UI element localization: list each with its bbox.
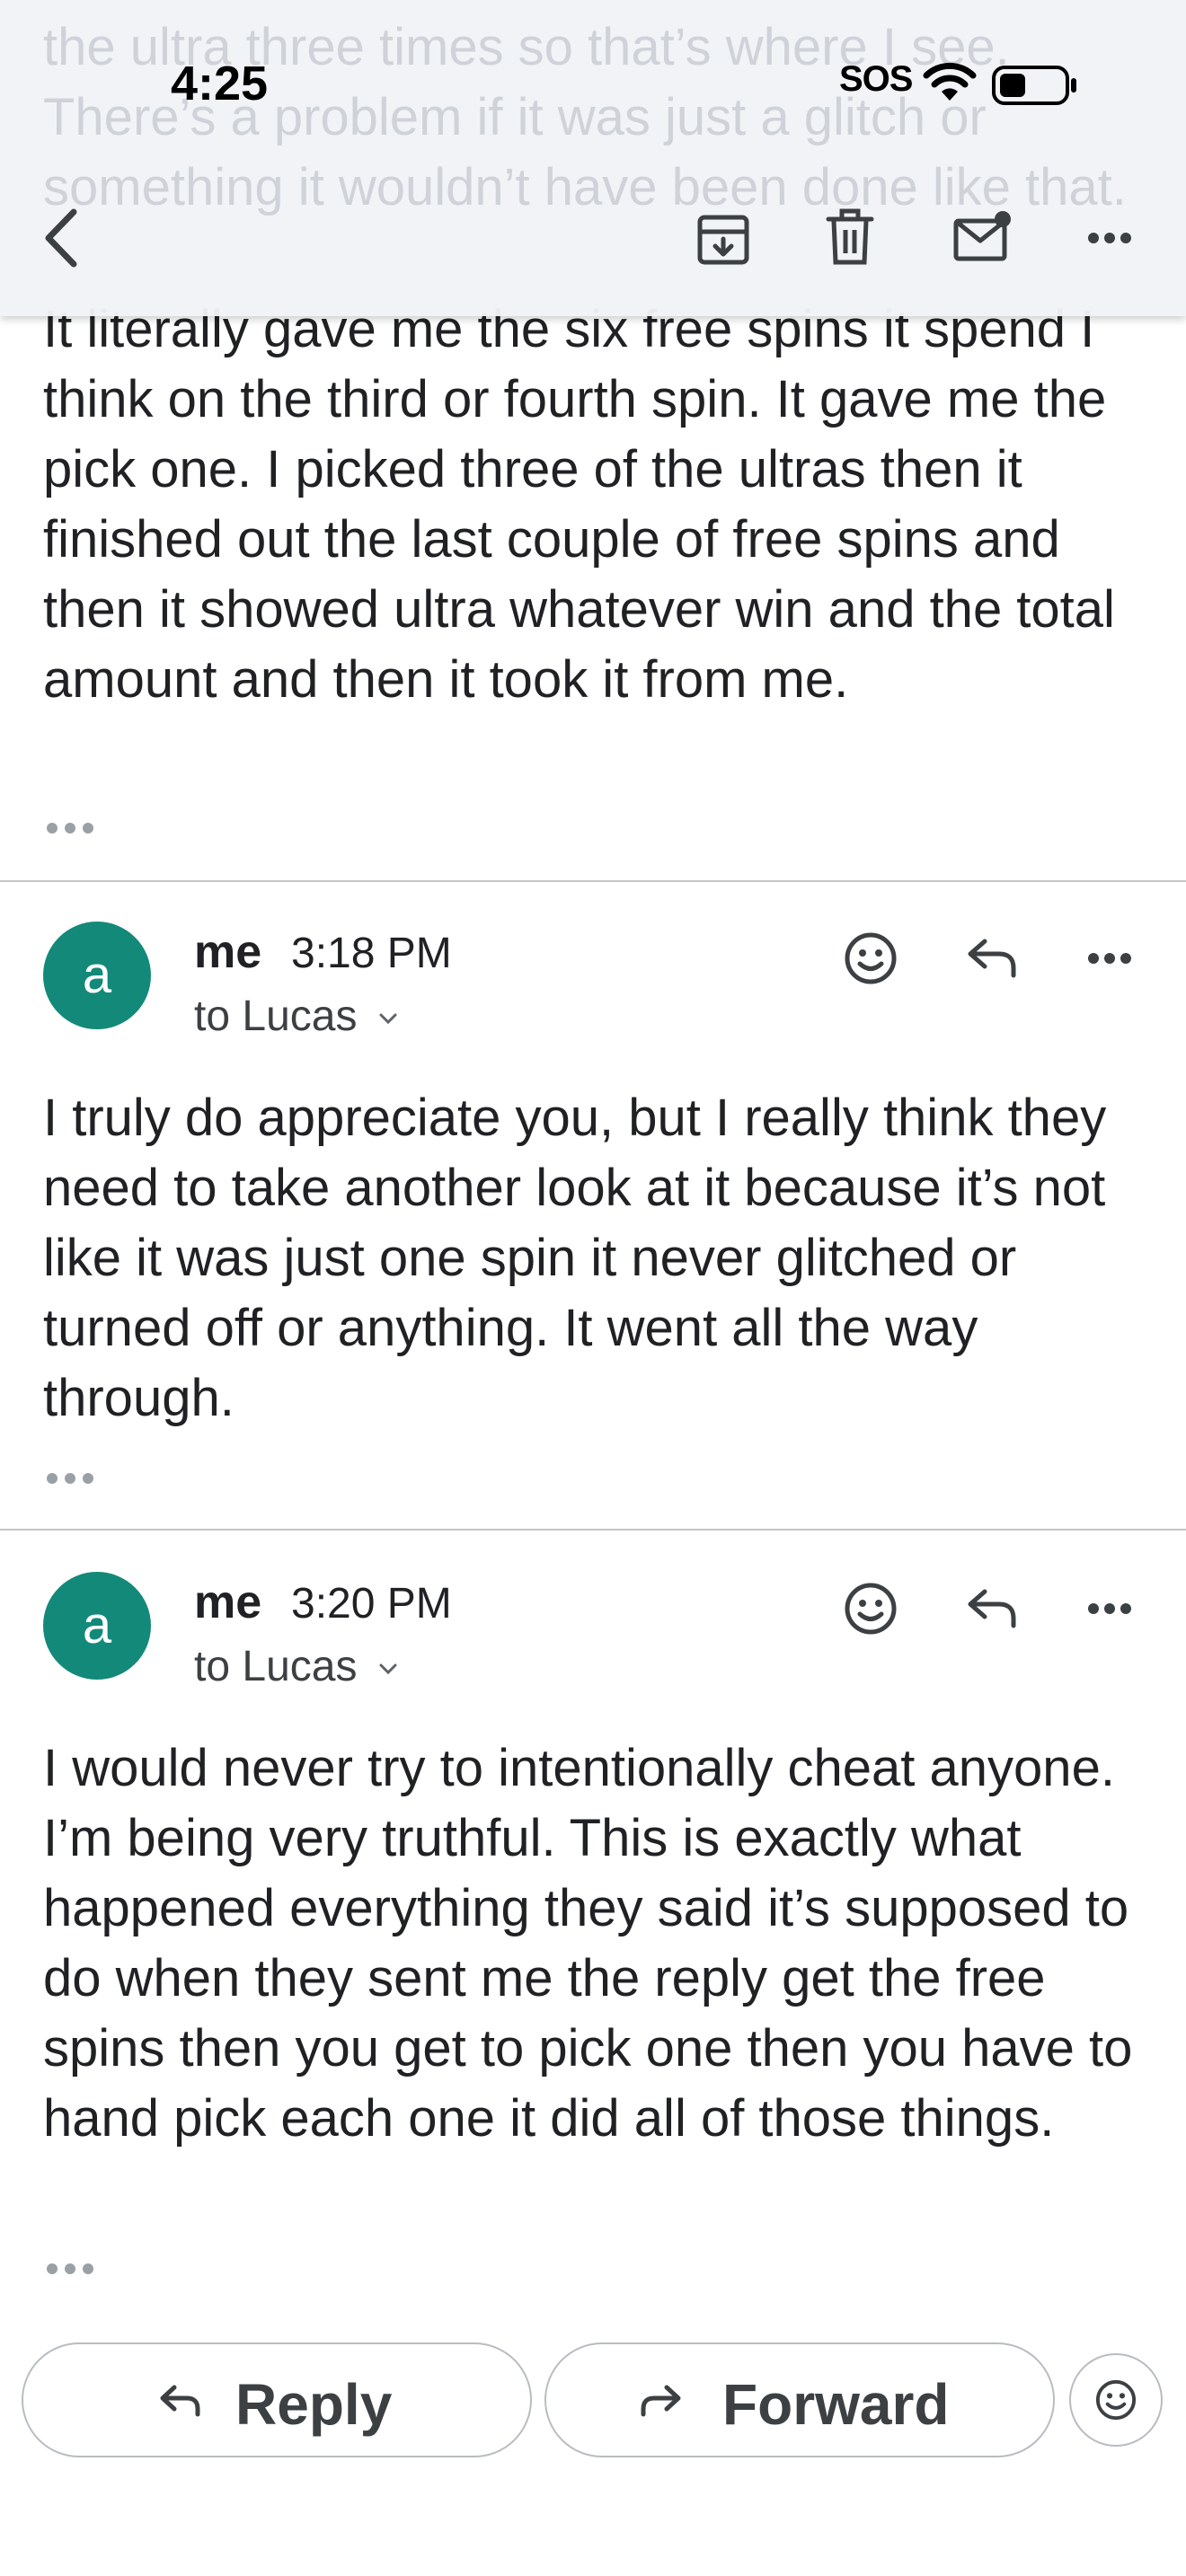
show-trimmed-content-button[interactable]: [45, 1471, 99, 1489]
message-divider: [0, 880, 1186, 882]
chevron-down-icon: [379, 1663, 397, 1675]
message-divider: [0, 1529, 1186, 1531]
wifi-icon: [922, 61, 978, 107]
reply-button[interactable]: Reply: [22, 2342, 532, 2457]
recipient-text: to Lucas: [194, 992, 358, 1040]
show-trimmed-content-button[interactable]: [45, 2262, 99, 2280]
reply-icon[interactable]: [965, 936, 1019, 985]
message-body-1: It literally gave me the six free spins …: [43, 300, 1115, 709]
emoji-icon: [1095, 2379, 1137, 2421]
mail-unread-icon[interactable]: [952, 210, 1013, 269]
back-button[interactable]: [40, 207, 84, 274]
message-time: 3:18 PM: [291, 930, 452, 977]
recipient-line[interactable]: to Lucas: [194, 1642, 398, 1691]
sender-name: me: [194, 926, 262, 978]
message-header[interactable]: a me 3:18 PM to Lucas: [0, 922, 1186, 1056]
scrolled-text-behind-header: the ultra three times so that’s where I …: [43, 18, 1127, 216]
recipient-text: to Lucas: [194, 1643, 358, 1690]
reply-label: Reply: [235, 2372, 393, 2437]
emoji-reaction-icon[interactable]: [843, 931, 898, 991]
forward-label: Forward: [722, 2372, 950, 2437]
battery-icon: [992, 65, 1078, 110]
recipient-line[interactable]: to Lucas: [194, 992, 398, 1041]
avatar: a: [43, 1572, 151, 1680]
archive-icon[interactable]: [695, 212, 751, 272]
more-horizontal-icon[interactable]: [1087, 232, 1132, 249]
show-trimmed-content-button[interactable]: [45, 821, 99, 839]
trash-icon[interactable]: [825, 208, 875, 272]
emoji-reaction-button[interactable]: [1069, 2353, 1163, 2447]
reply-icon[interactable]: [965, 1586, 1019, 1636]
top-bar: the ultra three times so that’s where I …: [0, 0, 1186, 316]
chevron-down-icon: [379, 1013, 397, 1025]
forward-icon: [638, 2382, 683, 2424]
more-horizontal-icon[interactable]: [1087, 1602, 1132, 1619]
message-header[interactable]: a me 3:20 PM to Lucas: [0, 1572, 1186, 1707]
more-horizontal-icon[interactable]: [1087, 952, 1132, 969]
status-sos: SOS: [839, 59, 913, 99]
message-body-3: I would never try to intentionally cheat…: [43, 1739, 1133, 2148]
status-time: 4:25: [171, 57, 269, 110]
forward-button[interactable]: Forward: [544, 2342, 1055, 2457]
emoji-reaction-icon[interactable]: [843, 1581, 898, 1641]
message-time: 3:20 PM: [291, 1580, 452, 1628]
message-body-2: I truly do appreciate you, but I really …: [43, 1089, 1107, 1427]
reply-icon: [158, 2382, 203, 2424]
avatar: a: [43, 922, 151, 1029]
sender-name: me: [194, 1576, 262, 1628]
